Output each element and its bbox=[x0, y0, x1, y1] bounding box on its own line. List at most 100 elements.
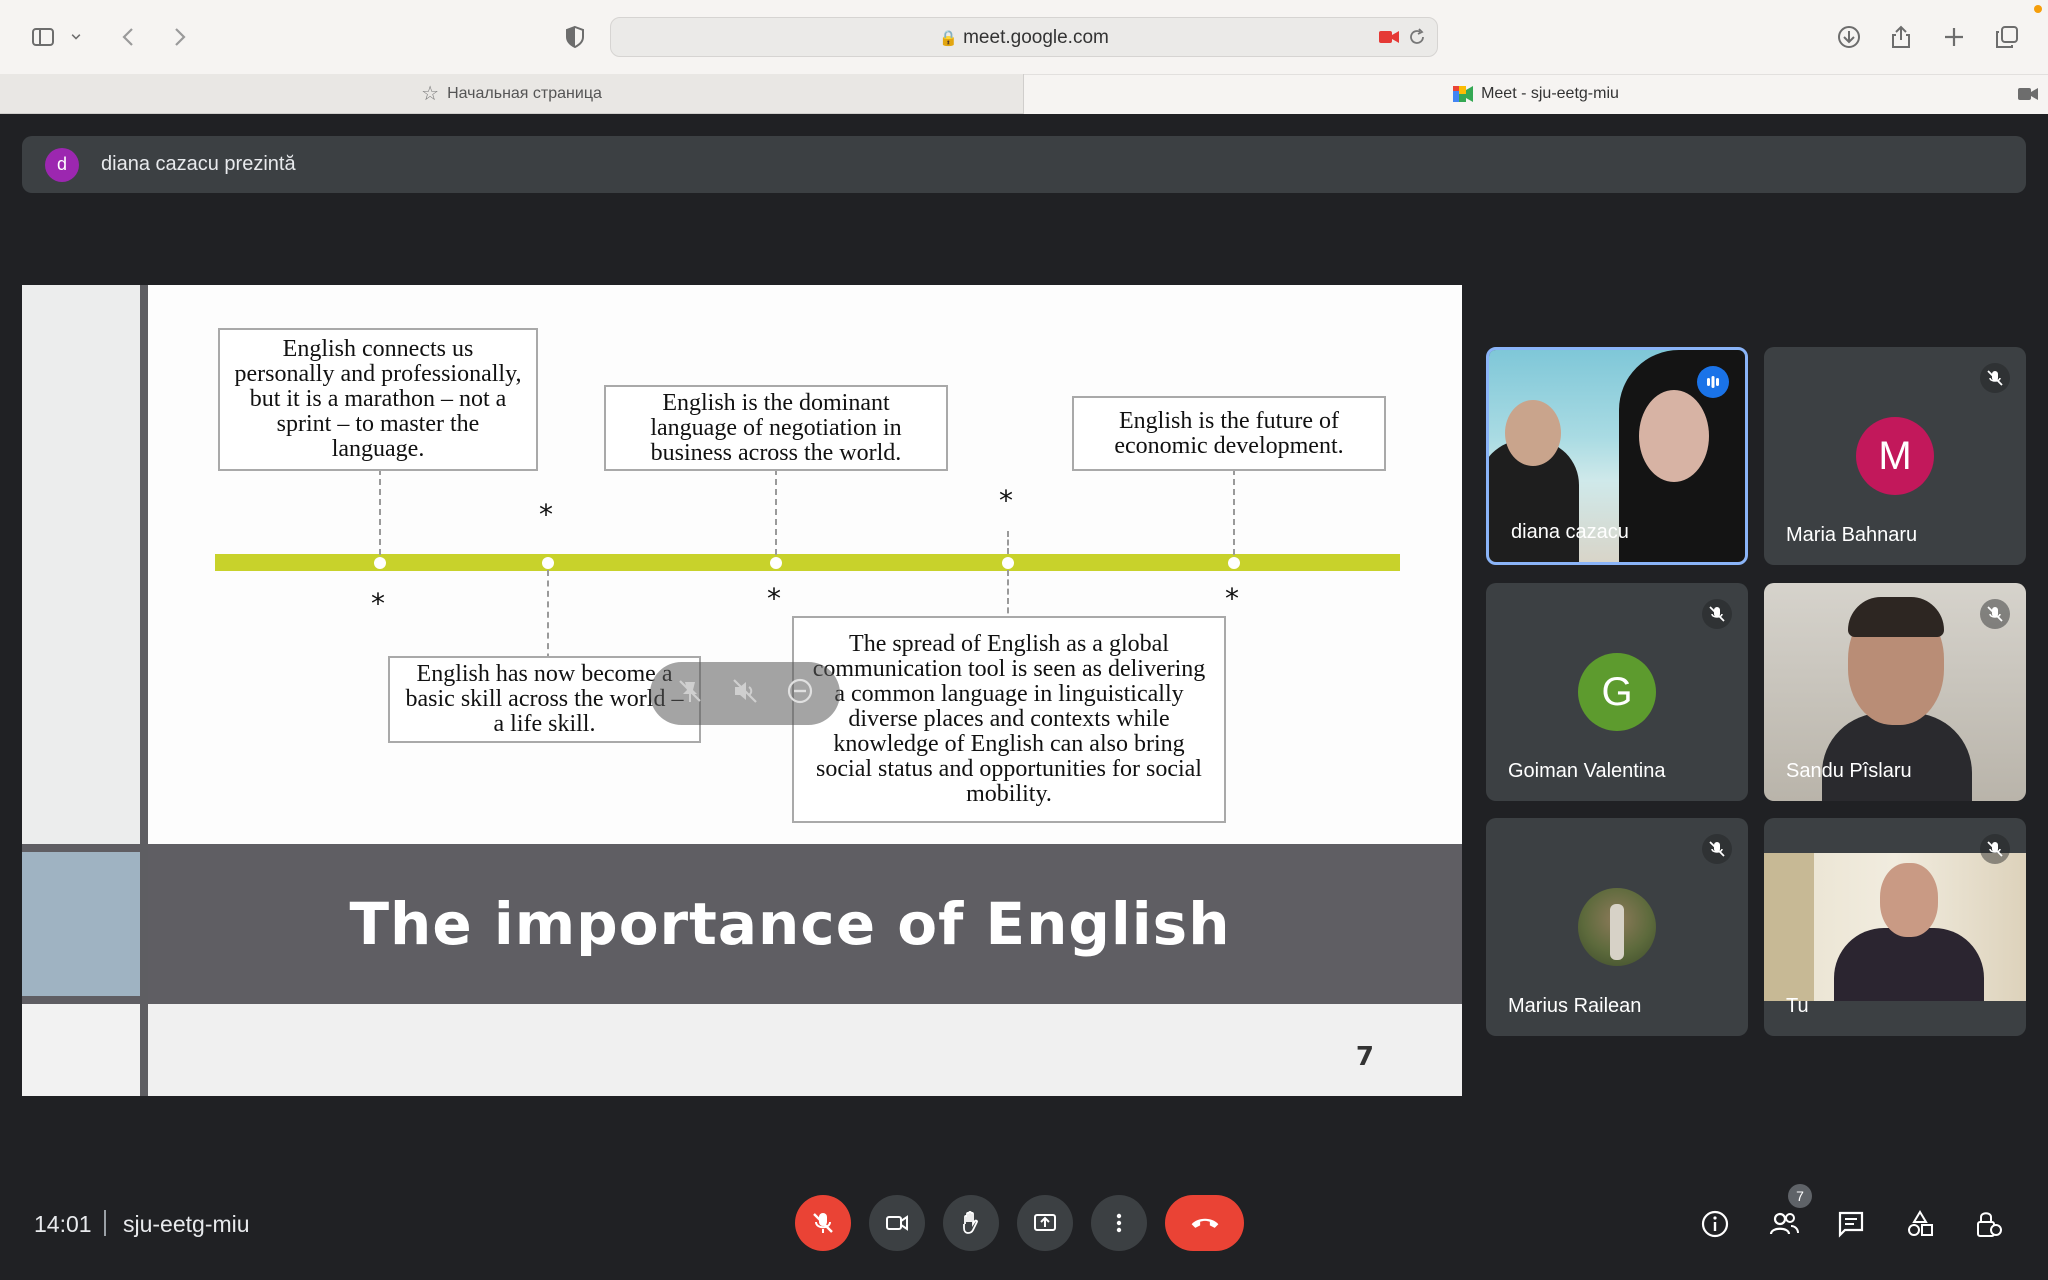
participant-count-badge: 7 bbox=[1788, 1184, 1812, 1208]
video-person-shape bbox=[1880, 863, 1938, 937]
mic-off-icon bbox=[1980, 834, 2010, 864]
leave-call-button[interactable] bbox=[1165, 1195, 1244, 1251]
downloads-icon[interactable] bbox=[1832, 20, 1866, 54]
slide-text-box: The spread of English as a global commun… bbox=[792, 616, 1226, 823]
more-options-button[interactable] bbox=[1091, 1195, 1147, 1251]
participant-tile[interactable]: Marius Railean bbox=[1486, 818, 1748, 1036]
host-controls-icon[interactable] bbox=[1970, 1206, 2006, 1242]
presenter-banner: d diana cazacu prezintă bbox=[22, 136, 2026, 193]
tab-meet-label: Meet - sju-eetg-miu bbox=[1481, 85, 1619, 102]
participant-name: Marius Railean bbox=[1508, 995, 1642, 1017]
timeline-dot bbox=[374, 557, 386, 569]
slide-page-number: 7 bbox=[1355, 1042, 1374, 1072]
timeline-dot bbox=[770, 557, 782, 569]
notification-dot bbox=[2034, 5, 2042, 13]
participant-avatar: G bbox=[1578, 653, 1656, 731]
tab-home[interactable]: ☆ Начальная страница bbox=[0, 74, 1024, 114]
people-icon[interactable] bbox=[1766, 1206, 1802, 1242]
participant-tile-self[interactable]: Tu bbox=[1764, 818, 2026, 1036]
timeline-star: * bbox=[1225, 582, 1239, 615]
timeline-star: * bbox=[767, 582, 781, 615]
chevron-down-icon[interactable] bbox=[66, 20, 86, 54]
camera-in-use-icon[interactable] bbox=[1379, 29, 1399, 45]
timeline-dot bbox=[1002, 557, 1014, 569]
footer-divider bbox=[104, 1210, 106, 1236]
timeline-dot bbox=[1228, 557, 1240, 569]
present-screen-button[interactable] bbox=[1017, 1195, 1073, 1251]
slide-footer bbox=[148, 1004, 1462, 1096]
meet-logo-icon bbox=[1453, 86, 1474, 102]
camera-toggle-button[interactable] bbox=[869, 1195, 925, 1251]
mic-off-icon bbox=[1980, 363, 2010, 393]
privacy-shield-icon[interactable] bbox=[558, 20, 592, 54]
participant-tile[interactable]: G Goiman Valentina bbox=[1486, 583, 1748, 801]
forward-icon[interactable] bbox=[162, 20, 196, 54]
timeline-bar bbox=[215, 554, 1400, 571]
presenter-text: diana cazacu prezintă bbox=[101, 153, 296, 175]
timeline-star: * bbox=[371, 587, 385, 620]
slide-text-box: English connects us personally and profe… bbox=[218, 328, 538, 471]
participant-name: Tu bbox=[1786, 995, 1809, 1017]
video-person-shape bbox=[1639, 390, 1709, 482]
mic-off-icon bbox=[1980, 599, 2010, 629]
participant-tile[interactable]: diana cazacu bbox=[1486, 347, 1748, 565]
meeting-clock: 14:01 bbox=[34, 1211, 92, 1237]
star-icon: ☆ bbox=[421, 83, 440, 105]
connector-line bbox=[1007, 531, 1009, 554]
presenter-avatar: d bbox=[45, 147, 79, 182]
video-person-shape bbox=[1848, 597, 1944, 637]
slide-accent-block bbox=[22, 852, 140, 996]
participant-tile[interactable]: Sandu Pîslaru bbox=[1764, 583, 2026, 801]
browser-toolbar: 🔒 meet.google.com bbox=[0, 0, 2048, 74]
timeline-star: * bbox=[999, 484, 1013, 517]
participant-photo bbox=[1578, 888, 1656, 966]
remove-icon[interactable] bbox=[785, 676, 815, 711]
shared-slide: The importance of English 7 * * * * * En… bbox=[22, 285, 1462, 1096]
connector-line bbox=[379, 469, 381, 555]
slide-text-box: English is the future of economic develo… bbox=[1072, 396, 1386, 471]
address-bar[interactable]: 🔒 meet.google.com bbox=[610, 17, 1438, 57]
participant-name: Sandu Pîslaru bbox=[1786, 760, 1912, 782]
pin-off-icon[interactable] bbox=[675, 676, 705, 711]
meeting-code: sju-eetg-miu bbox=[123, 1211, 250, 1237]
video-person-shape bbox=[1834, 928, 1984, 1001]
volume-off-icon[interactable] bbox=[730, 676, 760, 711]
slide-title-band: The importance of English bbox=[148, 844, 1462, 1004]
video-curtain bbox=[1764, 853, 1814, 1001]
meeting-details-icon[interactable] bbox=[1697, 1206, 1733, 1242]
timeline-dot bbox=[542, 557, 554, 569]
connector-line bbox=[1233, 469, 1235, 555]
slide-title: The importance of English bbox=[349, 890, 1231, 958]
reload-icon[interactable] bbox=[1407, 27, 1427, 47]
participant-name: Goiman Valentina bbox=[1508, 760, 1666, 782]
connector-line bbox=[547, 570, 549, 670]
microphone-toggle-button[interactable] bbox=[795, 1195, 851, 1251]
raise-hand-button[interactable] bbox=[943, 1195, 999, 1251]
participant-tile[interactable]: M Maria Bahnaru bbox=[1764, 347, 2026, 565]
video-person-shape bbox=[1822, 713, 1972, 801]
mic-off-icon bbox=[1702, 834, 1732, 864]
camera-tab-icon bbox=[2018, 87, 2038, 101]
back-icon[interactable] bbox=[112, 20, 146, 54]
tab-overview-icon[interactable] bbox=[1990, 20, 2024, 54]
slide-left-panel bbox=[22, 285, 140, 844]
new-tab-icon[interactable] bbox=[1937, 20, 1971, 54]
video-person-shape bbox=[1505, 400, 1561, 466]
tab-meet[interactable]: Meet - sju-eetg-miu bbox=[1024, 74, 2048, 114]
participant-name: Maria Bahnaru bbox=[1786, 524, 1918, 546]
chat-icon[interactable] bbox=[1833, 1206, 1869, 1242]
slide-divider bbox=[140, 285, 148, 1096]
timeline-star: * bbox=[539, 498, 553, 531]
participant-name: diana cazacu bbox=[1511, 521, 1629, 543]
url-text: 🔒 meet.google.com bbox=[611, 27, 1437, 49]
lock-icon: 🔒 bbox=[939, 30, 958, 47]
presentation-hover-controls bbox=[650, 662, 840, 725]
activities-icon[interactable] bbox=[1902, 1206, 1938, 1242]
share-icon[interactable] bbox=[1884, 20, 1918, 54]
mic-off-icon bbox=[1702, 599, 1732, 629]
connector-line bbox=[775, 469, 777, 555]
speaking-indicator-icon bbox=[1697, 366, 1729, 398]
participant-avatar: M bbox=[1856, 417, 1934, 495]
url-label: meet.google.com bbox=[963, 27, 1109, 48]
sidebar-toggle-icon[interactable] bbox=[26, 20, 60, 54]
